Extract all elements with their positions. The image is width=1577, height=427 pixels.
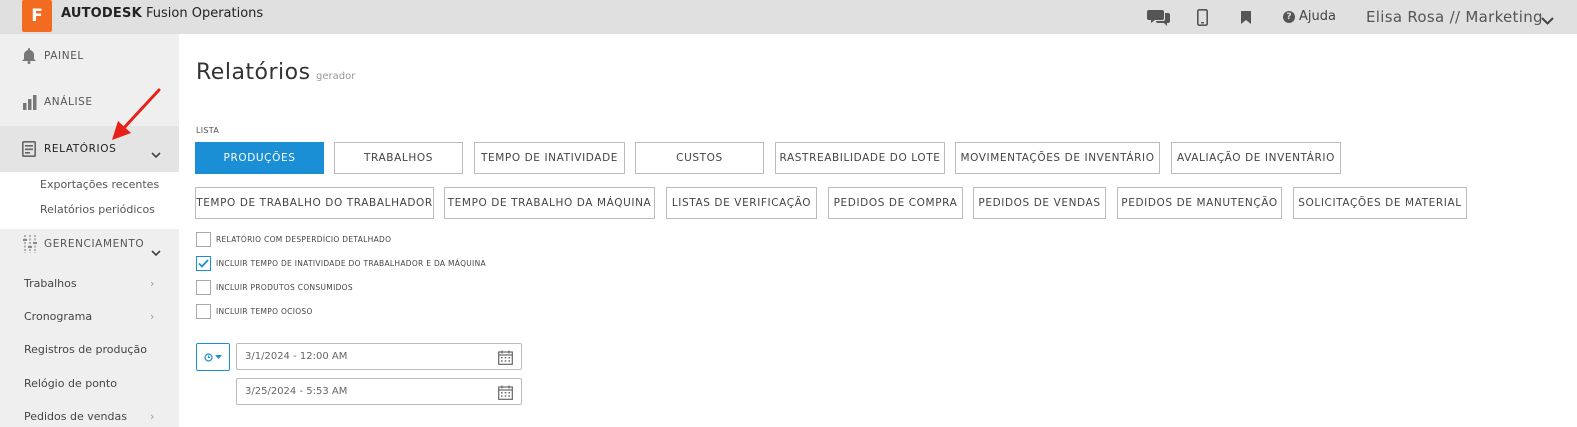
clock-icon [204, 352, 213, 362]
checkbox-ocioso[interactable]: INCLUIR TEMPO OCIOSO [196, 304, 313, 319]
report-type-trabalhos[interactable]: TRABALHOS [334, 142, 463, 174]
checkbox-produtos[interactable]: INCLUIR PRODUTOS CONSUMIDOS [196, 280, 353, 295]
report-type-producoes[interactable]: PRODUÇÕES [195, 142, 324, 174]
time-preset-dropdown[interactable] [196, 343, 230, 371]
list-label: LISTA [196, 126, 220, 135]
checkbox-desperdicio[interactable]: RELATÓRIO COM DESPERDÍCIO DETALHADO [196, 232, 391, 247]
sidebar-item-gerenciamento[interactable]: GERENCIAMENTO [0, 230, 179, 260]
report-icon [22, 141, 36, 161]
help-icon: ? [1283, 10, 1295, 23]
calendar-icon[interactable] [498, 385, 513, 403]
annotation-arrow [112, 88, 161, 140]
report-type-pedidos-vendas[interactable]: PEDIDOS DE VENDAS [973, 187, 1106, 219]
chevron-down-icon [151, 144, 161, 163]
logo-letter: F [31, 6, 43, 26]
chevron-right-icon: › [150, 277, 155, 290]
report-type-movimentacoes[interactable]: MOVIMENTAÇÕES DE INVENTÁRIO [955, 142, 1160, 174]
chat-icon[interactable] [1147, 8, 1171, 26]
sidebar-item-relogio[interactable]: Relógio de ponto [24, 377, 117, 390]
report-type-avaliacao[interactable]: AVALIAÇÃO DE INVENTÁRIO [1171, 142, 1341, 174]
end-date-input[interactable]: 3/25/2024 - 5:53 AM [236, 378, 522, 405]
report-type-pedidos-compra[interactable]: PEDIDOS DE COMPRA [828, 187, 963, 219]
sidebar-item-label: ANÁLISE [44, 96, 93, 108]
checkmark-icon [198, 259, 209, 268]
user-menu[interactable]: Elisa Rosa // Marketing [1366, 8, 1543, 26]
mobile-icon[interactable] [1197, 8, 1208, 26]
sidebar-sub-periodicos[interactable]: Relatórios periódicos [40, 203, 155, 216]
brand-bold: AUTODESK [61, 6, 142, 21]
checkbox-label: INCLUIR PRODUTOS CONSUMIDOS [216, 283, 353, 292]
bell-icon [22, 48, 36, 68]
checkbox-box[interactable] [196, 256, 211, 271]
checkbox-label: RELATÓRIO COM DESPERDÍCIO DETALHADO [216, 235, 392, 244]
checkbox-label: INCLUIR TEMPO DE INATIVIDADE DO TRABALHA… [216, 259, 486, 268]
sidebar-item-label: PAINEL [44, 50, 84, 62]
report-type-tempo-maquina[interactable]: TEMPO DE TRABALHO DA MÁQUINA [444, 187, 655, 219]
chevron-down-icon[interactable] [1541, 11, 1554, 30]
sidebar-item-cronograma[interactable]: Cronograma [24, 310, 92, 323]
report-type-tempo-inatividade[interactable]: TEMPO DE INATIVIDADE [474, 142, 625, 174]
chevron-down-icon [151, 242, 161, 261]
page-title: Relatórios [196, 60, 311, 85]
bar-chart-icon [22, 94, 38, 114]
end-date-value: 3/25/2024 - 5:53 AM [245, 386, 348, 397]
help-link[interactable]: ? Ajuda [1283, 9, 1336, 24]
top-bar: F AUTODESK Fusion Operations ? Ajuda Eli… [0, 0, 1577, 34]
sidebar-item-label: RELATÓRIOS [44, 143, 117, 155]
help-label: Ajuda [1299, 9, 1336, 24]
calendar-icon[interactable] [498, 350, 513, 368]
sidebar-item-painel[interactable]: PAINEL [0, 34, 179, 78]
report-type-rastreabilidade[interactable]: RASTREABILIDADE DO LOTE [775, 142, 945, 174]
sidebar-item-label: GERENCIAMENTO [44, 238, 145, 250]
fusion-logo[interactable]: F [22, 0, 52, 32]
page-subtitle: gerador [316, 71, 356, 82]
caret-down-icon [215, 354, 222, 359]
report-type-listas-verificacao[interactable]: LISTAS DE VERIFICAÇÃO [666, 187, 817, 219]
user-label: Elisa Rosa // Marketing [1366, 8, 1543, 26]
sidebar-sub-exportacoes[interactable]: Exportações recentes [40, 178, 159, 191]
report-type-solicitacoes[interactable]: SOLICITAÇÕES DE MATERIAL [1293, 187, 1467, 219]
start-date-value: 3/1/2024 - 12:00 AM [245, 351, 348, 362]
checkbox-inatividade[interactable]: INCLUIR TEMPO DE INATIVIDADE DO TRABALHA… [196, 256, 486, 271]
sidebar-item-trabalhos[interactable]: Trabalhos [24, 277, 77, 290]
checkbox-label: INCLUIR TEMPO OCIOSO [216, 307, 313, 316]
brand-name: AUTODESK Fusion Operations [61, 6, 263, 21]
chevron-right-icon: › [150, 410, 155, 423]
sidebar-item-registros[interactable]: Registros de produção [24, 343, 147, 356]
report-type-pedidos-manutencao[interactable]: PEDIDOS DE MANUTENÇÃO [1117, 187, 1282, 219]
sliders-icon [22, 235, 38, 257]
report-type-tempo-trabalhador[interactable]: TEMPO DE TRABALHO DO TRABALHADOR [195, 187, 434, 219]
checkbox-box[interactable] [196, 280, 211, 295]
start-date-input[interactable]: 3/1/2024 - 12:00 AM [236, 343, 522, 370]
checkbox-box[interactable] [196, 304, 211, 319]
report-type-custos[interactable]: CUSTOS [635, 142, 764, 174]
brand-product: Fusion Operations [146, 6, 264, 21]
sidebar-item-pedidos-vendas[interactable]: Pedidos de vendas [24, 410, 127, 423]
checkbox-box[interactable] [196, 232, 211, 247]
bookmark-icon[interactable] [1241, 8, 1251, 26]
chevron-right-icon: › [150, 310, 155, 323]
